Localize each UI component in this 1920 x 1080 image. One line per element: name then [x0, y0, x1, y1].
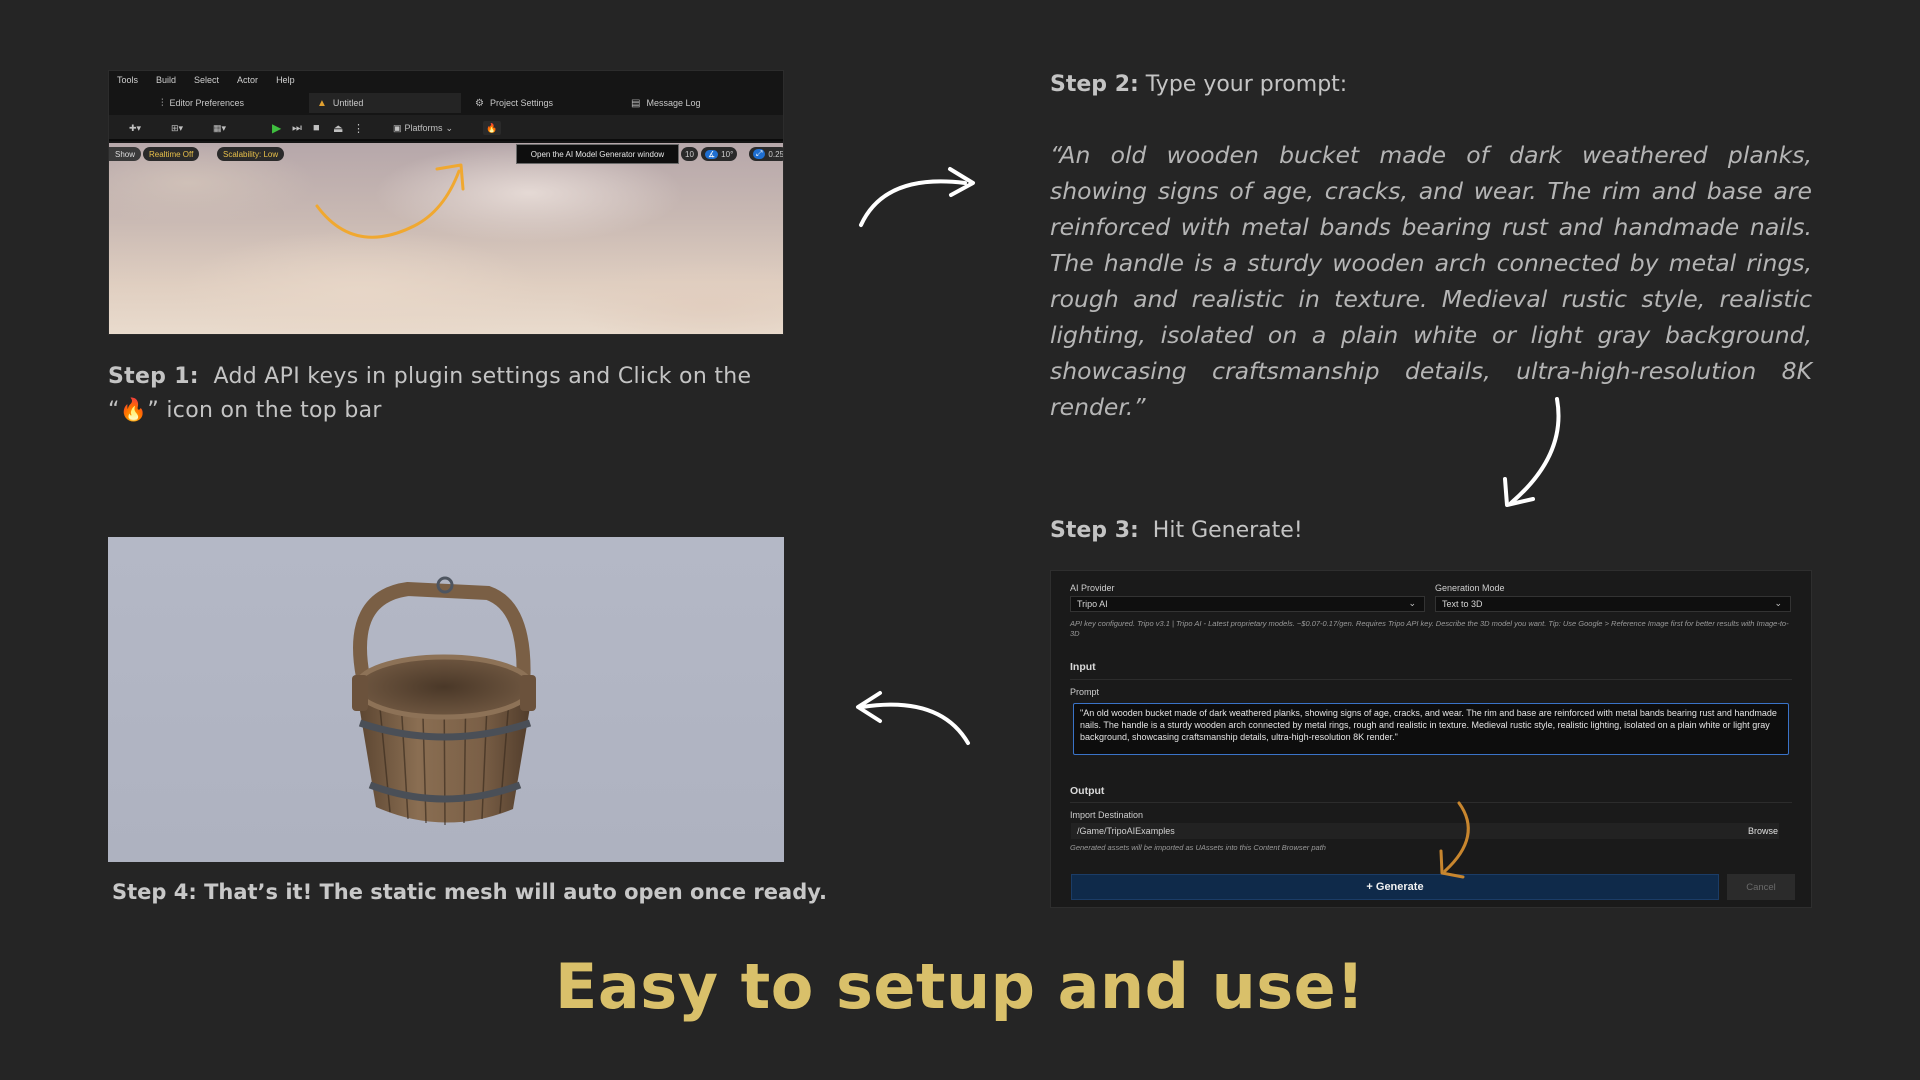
step1-editor-screenshot: Tools Build Select Actor Help ⫶ Editor P… [108, 70, 784, 335]
step1-text: Add API keys in plugin settings and Clic… [108, 364, 752, 423]
generator-panel: AI Provider Tripo AI ⌄ Generation Mode T… [1050, 570, 1812, 908]
step3-heading: Step 3: Hit Generate! [1050, 518, 1303, 543]
step2-label: Step 2: [1050, 72, 1139, 97]
step2-prompt-quote: “An old wooden bucket made of dark weath… [1050, 141, 1812, 421]
orange-arrow-icon [1439, 801, 1470, 879]
step1-instruction: Step 1: Add API keys in plugin settings … [108, 360, 788, 428]
wooden-bucket-image [352, 576, 536, 826]
curved-arrow-right-icon [859, 167, 975, 227]
curved-arrow-left-icon [856, 691, 970, 745]
step4-mesh-render [108, 537, 784, 862]
step2-text: Type your prompt: [1145, 72, 1348, 97]
step1-label: Step 1: [108, 364, 199, 389]
step4-instruction: Step 4: That’s it! The static mesh will … [112, 880, 827, 904]
step2-heading: Step 2: Type your prompt: [1050, 72, 1347, 97]
curved-arrow-down-icon [1503, 397, 1561, 507]
tagline: Easy to setup and use! [555, 950, 1365, 1023]
orange-arrow-icon [315, 163, 465, 239]
step3-text: Hit Generate! [1152, 518, 1303, 543]
step3-label: Step 3: [1050, 518, 1139, 543]
